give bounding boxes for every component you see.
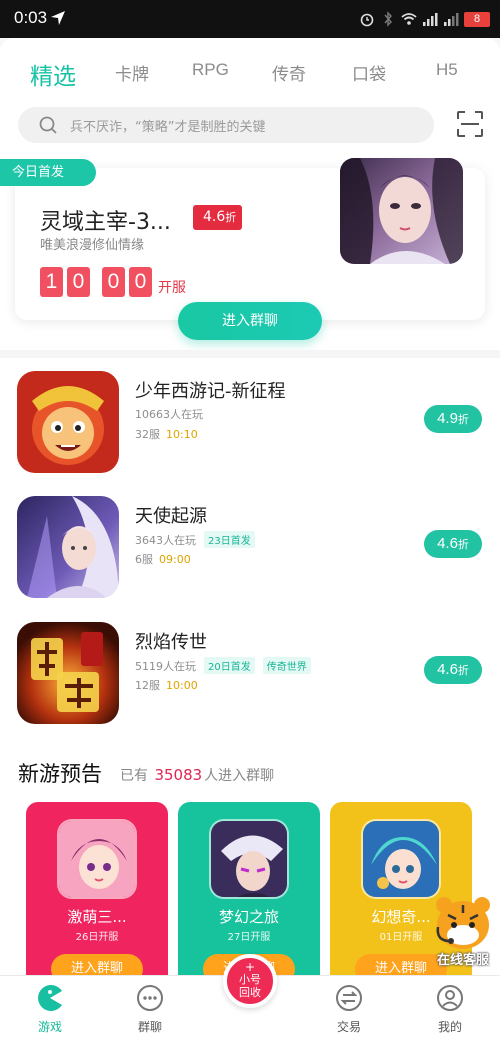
search-bar[interactable]: 兵不厌诈，“策略”才是制胜的关键 [18,107,434,143]
game-name: 天使起源 [135,506,207,527]
game-list-item[interactable]: 少年西游记-新征程 10663人在玩 32服 10:10 4.9折 [0,371,500,475]
user-icon [437,985,463,1011]
game-icon-monkey-king [17,371,119,473]
game-server: 32服 10:10 [135,428,198,441]
wifi-icon [401,13,417,25]
countdown-label: 开服 [158,280,186,296]
status-time: 0:03 [14,8,48,27]
nav-group-chat[interactable]: 群聊 [115,984,185,1035]
game-icon-angel [17,496,119,598]
preview-game-name: 激萌三... [67,908,127,926]
preview-game-card[interactable]: 激萌三... 26日开服 进入群聊 [26,802,168,1002]
chat-bubble-icon [137,985,163,1011]
alarm-icon [360,13,374,27]
status-bar: 0:03 8 [0,0,500,38]
plus-icon: + [244,960,256,974]
countdown-digit: 0 [67,267,90,297]
tab-h5[interactable]: H5 [436,60,458,80]
game-players: 5119人在玩 20日首发 传奇世界 [135,657,311,674]
featured-game-title: 灵域主宰-3... [40,210,171,235]
preview-game-icon [57,819,137,899]
swap-arrows-icon [336,985,362,1011]
preview-game-name: 梦幻之旅 [218,908,279,926]
location-arrow-icon [51,11,65,25]
game-icon-flame [17,622,119,724]
game-name: 少年西游记-新征程 [135,381,286,402]
main-content: 精选 卡牌 RPG 传奇 口袋 H5 兵不厌诈，“策略”才是制胜的关键 今日首发… [0,38,500,1038]
game-server: 12服 10:00 [135,679,198,692]
featured-discount-badge: 4.6折 [193,205,243,230]
game-list-item[interactable]: 天使起源 3643人在玩 23日首发 6服 09:00 4.6折 [0,496,500,600]
game-list-item[interactable]: 烈焰传世 5119人在玩 20日首发 传奇世界 12服 10:00 4.6折 [0,622,500,726]
preview-section-subtitle: 已有 35083 人进入群聊 [120,766,275,784]
game-players: 3643人在玩 23日首发 [135,531,255,548]
game-server: 6服 09:00 [135,553,191,566]
preview-game-date: 27日开服 [227,932,271,943]
game-tag: 20日首发 [204,657,255,674]
preview-game-date: 26日开服 [75,932,119,943]
online-service-label: 在线客服 [436,953,489,968]
featured-game-art [340,158,463,264]
tiger-mascot-icon [436,897,490,949]
nav-games[interactable]: 游戏 [15,984,85,1035]
game-tag: 23日首发 [204,531,255,548]
featured-game-subtitle: 唯美浪漫修仙情缘 [40,238,145,253]
section-divider [0,350,500,358]
preview-game-icon [209,819,289,899]
tab-legend[interactable]: 传奇 [272,60,306,85]
bottom-navigation: 游戏 群聊 + 小号 回收 交易 我的 [0,954,500,1038]
tab-cards[interactable]: 卡牌 [115,60,149,85]
signal-icon [423,13,438,26]
countdown-digit: 0 [129,267,152,297]
countdown-digit: 1 [40,267,63,297]
game-tag: 传奇世界 [262,657,311,674]
battery-icon: 8 [464,11,490,27]
category-tabs: 精选 卡牌 RPG 传奇 口袋 H5 [0,60,500,92]
tab-featured[interactable]: 精选 [30,57,76,91]
signal-icon-2 [444,13,459,26]
game-discount-button[interactable]: 4.9折 [424,405,482,433]
pacman-icon [38,985,62,1011]
featured-game-card[interactable]: 今日首发 灵域主宰-3... 4.6折 唯美浪漫修仙情缘 1 0 : 0 0 开… [0,158,485,340]
preview-section-title: 新游预告 [18,762,102,786]
nav-profile[interactable]: 我的 [415,984,485,1035]
tab-rpg[interactable]: RPG [192,60,229,80]
game-name: 烈焰传世 [135,632,207,653]
today-launch-badge: 今日首发 [0,159,96,186]
game-discount-button[interactable]: 4.6折 [424,656,482,684]
online-service-button[interactable]: 在线客服 [430,893,496,973]
search-placeholder: 兵不厌诈，“策略”才是制胜的关键 [70,120,266,135]
countdown-digit: 0 [102,267,125,297]
game-players: 10663人在玩 [135,408,203,421]
scan-icon[interactable] [456,110,484,138]
bluetooth-icon [384,11,393,27]
game-discount-button[interactable]: 4.6折 [424,530,482,558]
search-icon [39,116,57,134]
preview-game-icon [361,819,441,899]
account-recycle-button[interactable]: + 小号 回收 [223,954,277,1008]
nav-trade[interactable]: 交易 [314,984,384,1035]
featured-join-chat-button[interactable]: 进入群聊 [178,302,322,340]
tab-pocket[interactable]: 口袋 [352,60,386,85]
